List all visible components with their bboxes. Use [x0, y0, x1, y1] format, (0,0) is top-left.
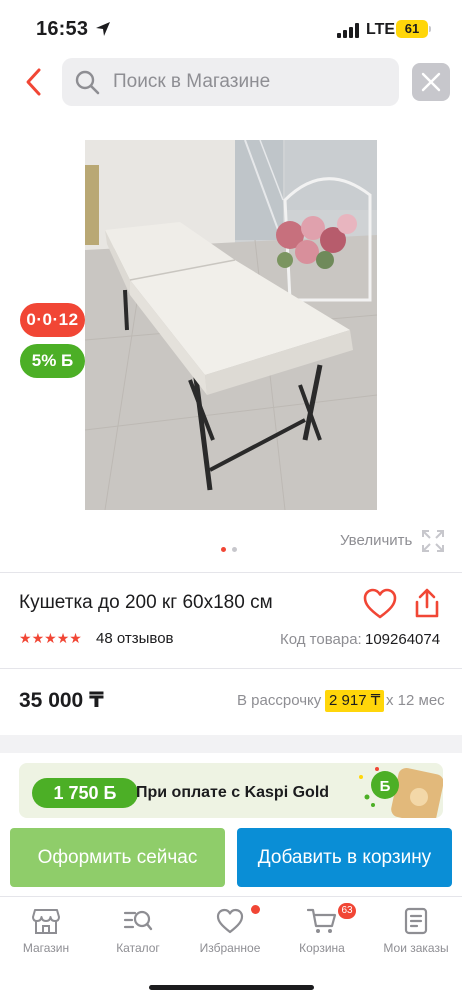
add-to-cart-button[interactable]: Добавить в корзину: [237, 828, 452, 887]
tab-favorites[interactable]: Избранное: [184, 897, 276, 967]
page-dot-active[interactable]: [221, 547, 226, 552]
promo-text: При оплате с Kaspi Gold: [136, 784, 330, 801]
battery-tip: [429, 26, 431, 32]
tab-bar: Магазин Каталог Избранное 63 Корзина Мои…: [0, 896, 462, 999]
product-title: Кушетка до 200 кг 60x180 см: [19, 592, 273, 613]
product-price: 35 000 ₸: [19, 689, 104, 712]
tab-cart[interactable]: 63 Корзина: [276, 897, 368, 967]
cart-count-badge: 63: [338, 903, 356, 919]
buy-now-button[interactable]: Оформить сейчас: [10, 828, 225, 887]
search-placeholder: Поиск в Магазине: [113, 71, 271, 92]
tab-catalog[interactable]: Каталог: [92, 897, 184, 967]
cart-icon: [307, 908, 337, 933]
gallery-pagination[interactable]: [221, 547, 241, 553]
installment-term: х 12 мес: [386, 692, 445, 709]
kaspi-gold-card-icon: Б: [359, 767, 443, 818]
expand-icon[interactable]: [421, 529, 445, 553]
search-icon: [75, 70, 100, 95]
svg-text:Б: Б: [380, 778, 391, 795]
search-input[interactable]: Поиск в Магазине: [62, 58, 399, 106]
divider: [0, 668, 462, 669]
product-code-label: Код товара:: [280, 631, 362, 648]
section-separator: [0, 735, 462, 753]
star-icon: ★: [19, 630, 32, 646]
home-indicator: [149, 985, 314, 990]
tab-label: Корзина: [299, 941, 345, 955]
status-bar: 16:53 LTE 61: [0, 0, 462, 54]
signal-icon: [337, 23, 359, 38]
share-icon[interactable]: [413, 587, 441, 619]
star-icon: ★: [44, 630, 57, 646]
installment-label: В рассрочку: [237, 692, 322, 709]
star-icon: ★: [69, 630, 82, 646]
installment-badge: 0·0·12: [20, 303, 85, 337]
product-image[interactable]: [85, 140, 377, 510]
divider: [0, 572, 462, 573]
network-type: LTE: [366, 21, 396, 38]
close-button[interactable]: [412, 63, 450, 101]
reviews-link[interactable]: 48 отзывов: [96, 630, 174, 647]
battery-indicator: 61: [396, 20, 428, 38]
shop-icon: [32, 909, 60, 934]
tab-label: Избранное: [199, 941, 261, 955]
tab-label: Каталог: [116, 941, 160, 955]
tab-orders[interactable]: Мои заказы: [370, 897, 462, 967]
page-dot[interactable]: [232, 547, 237, 552]
chevron-left-icon: [26, 68, 41, 96]
rating-stars: ★★★★★: [19, 630, 82, 648]
heart-icon: [216, 908, 244, 934]
orders-icon: [404, 907, 428, 935]
location-arrow-icon: [96, 22, 110, 36]
tab-label: Магазин: [22, 941, 70, 955]
kaspi-gold-promo[interactable]: 1 750 Б При оплате с Kaspi Gold Б: [19, 763, 443, 818]
zoom-label[interactable]: Увеличить: [340, 532, 412, 549]
notification-dot: [251, 905, 260, 914]
star-icon: ★: [31, 630, 45, 646]
status-time: 16:53: [36, 18, 89, 40]
tab-label: Мои заказы: [383, 941, 449, 955]
back-button[interactable]: [20, 66, 50, 98]
installment-amount: 2 917 ₸: [325, 690, 385, 712]
favorite-heart-icon[interactable]: [363, 588, 397, 620]
massage-table-photo: [85, 140, 377, 510]
bonus-badge: 5% Б: [20, 344, 85, 378]
close-icon: [421, 72, 441, 92]
product-code-value: 109264074: [365, 631, 441, 648]
bonus-amount-pill: 1 750 Б: [32, 778, 138, 808]
catalog-search-icon: [123, 910, 153, 931]
tab-shop[interactable]: Магазин: [0, 897, 92, 967]
star-icon: ★: [56, 630, 70, 646]
